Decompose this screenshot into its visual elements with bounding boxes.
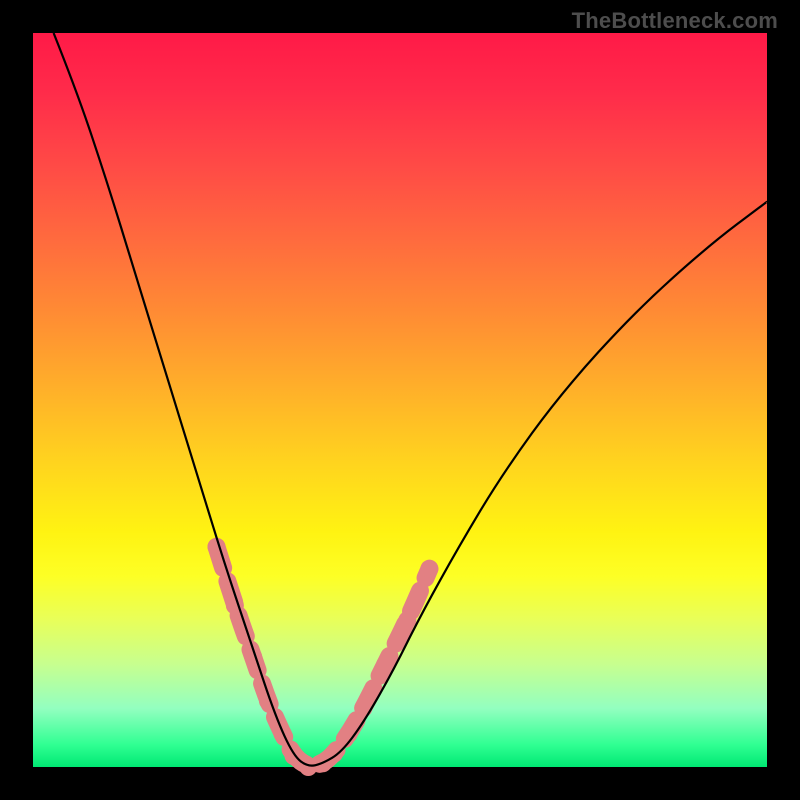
watermark-text: TheBottleneck.com	[572, 8, 778, 34]
bottleneck-curve	[54, 33, 767, 766]
highlight-band	[208, 538, 439, 776]
highlight-dot	[398, 611, 416, 629]
chart-frame: TheBottleneck.com	[0, 0, 800, 800]
plot-area	[33, 33, 767, 767]
highlight-dot	[420, 560, 438, 578]
highlight-dot	[354, 699, 372, 717]
highlight-dot	[285, 747, 303, 765]
curve-layer	[33, 33, 767, 767]
